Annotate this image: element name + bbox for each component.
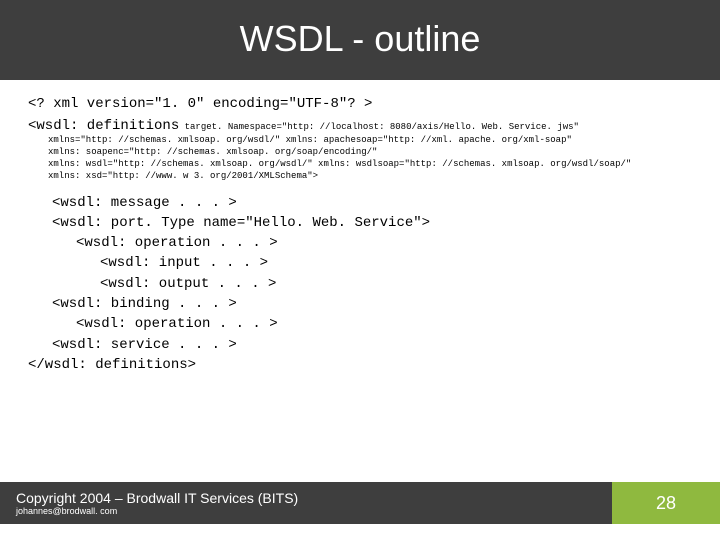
- slide-content: <? xml version="1. 0" encoding="UTF-8"? …: [0, 80, 720, 375]
- defs-attr-line: xmlns: wsdl="http: //schemas. xmlsoap. o…: [48, 158, 692, 170]
- copyright-text: Copyright 2004 – Brodwall IT Services (B…: [16, 490, 602, 506]
- xml-declaration: <? xml version="1. 0" encoding="UTF-8"? …: [28, 96, 692, 112]
- footer-email: johannes@brodwall. com: [16, 506, 602, 516]
- wsdl-body: <wsdl: message . . . ><wsdl: port. Type …: [28, 193, 692, 376]
- footer: Copyright 2004 – Brodwall IT Services (B…: [0, 482, 720, 524]
- defs-attr-line: xmlns: xsd="http: //www. w 3. org/2001/X…: [48, 170, 692, 182]
- wsdl-definitions-open: <wsdl: definitions target. Namespace="ht…: [28, 118, 692, 134]
- wsdl-line: <wsdl: binding . . . >: [28, 294, 692, 314]
- wsdl-line: <wsdl: input . . . >: [28, 253, 692, 273]
- defs-attr-line: xmlns="http: //schemas. xmlsoap. org/wsd…: [48, 134, 692, 146]
- wsdl-line: <wsdl: port. Type name="Hello. Web. Serv…: [28, 213, 692, 233]
- page-number: 28: [612, 482, 720, 524]
- slide-title: WSDL - outline: [0, 0, 720, 80]
- footer-left: Copyright 2004 – Brodwall IT Services (B…: [0, 482, 612, 524]
- wsdl-definitions-attrs: xmlns="http: //schemas. xmlsoap. org/wsd…: [48, 134, 692, 183]
- defs-attr-line: xmlns: soapenc="http: //schemas. xmlsoap…: [48, 146, 692, 158]
- wsdl-line: <wsdl: message . . . >: [28, 193, 692, 213]
- wsdl-line: <wsdl: operation . . . >: [28, 233, 692, 253]
- defs-attr-inline: target. Namespace="http: //localhost: 80…: [179, 122, 579, 132]
- wsdl-line: <wsdl: operation . . . >: [28, 314, 692, 334]
- wsdl-line: <wsdl: output . . . >: [28, 274, 692, 294]
- wsdl-line: <wsdl: service . . . >: [28, 335, 692, 355]
- wsdl-line: </wsdl: definitions>: [28, 355, 692, 375]
- defs-tag: <wsdl: definitions: [28, 118, 179, 134]
